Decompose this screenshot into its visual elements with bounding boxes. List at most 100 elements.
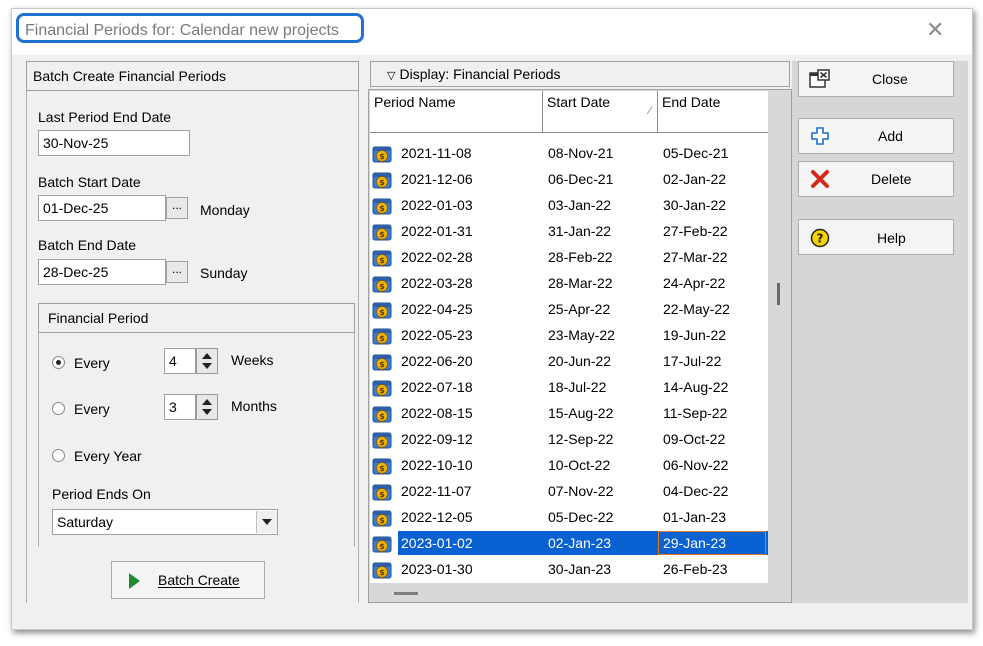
calendar-period-icon: $ [372,274,392,293]
svg-text:?: ? [817,232,824,246]
end-date-cell: 17-Jul-22 [663,353,722,369]
batch-start-date-field[interactable]: 01-Dec-25 [38,195,166,221]
start-date-cell: 03-Jan-22 [548,197,612,213]
batch-start-date-picker-button[interactable]: ... [166,197,188,219]
table-row[interactable]: $2022-07-18 18-Jul-22 14-Aug-22 [370,374,768,400]
period-name-cell: 2022-07-18 [401,379,473,395]
calendar-period-icon: $ [372,222,392,241]
table-row[interactable]: $2022-08-15 15-Aug-22 11-Sep-22 [370,400,768,426]
table-row[interactable]: $2022-05-23 23-May-22 19-Jun-22 [370,322,768,348]
table-row[interactable]: $2023-01-30 30-Jan-23 26-Feb-23 [370,556,768,582]
column-header-period-name[interactable]: Period Name [370,91,543,133]
help-icon: ? [810,228,830,248]
batch-end-date-picker-button[interactable]: ... [166,261,188,283]
end-date-cell: 29-Jan-23 [663,535,727,551]
add-button[interactable]: Add [798,118,954,154]
svg-text:$: $ [379,204,385,213]
help-button-label: Help [877,230,906,246]
weeks-stepper[interactable] [196,348,218,374]
start-date-cell: 12-Sep-22 [548,431,614,447]
chevron-down-icon: ▽ [387,70,396,82]
table-row[interactable]: $2022-03-28 28-Mar-22 24-Apr-22 [370,270,768,296]
table-row[interactable]: $2022-12-05 05-Dec-22 01-Jan-23 [370,504,768,530]
last-period-end-label: Last Period End Date [38,109,172,125]
every-year-label: Every Year [74,448,142,464]
window-close-icon[interactable]: ✕ [926,17,944,43]
table-row[interactable]: $2021-12-06 06-Dec-21 02-Jan-22 [370,166,768,192]
horizontal-scrollbar-thumb[interactable] [394,592,418,595]
calendar-period-icon: $ [372,404,392,423]
table-row[interactable]: $2022-11-07 07-Nov-22 04-Dec-22 [370,478,768,504]
start-date-cell: 30-Jan-23 [548,561,612,577]
period-ends-on-select[interactable]: Saturday [52,509,278,535]
period-name-cell: 2021-11-08 [401,145,472,161]
svg-text:$: $ [379,308,385,317]
column-header-end-date[interactable]: End Date [658,91,768,133]
every-months-radio[interactable] [52,402,65,415]
end-date-cell: 02-Jan-22 [663,171,727,187]
every-year-radio[interactable] [52,449,65,462]
months-stepper[interactable] [196,394,218,420]
period-name-cell: 2022-09-12 [401,431,473,447]
period-name-cell: 2022-11-07 [401,483,472,499]
start-date-cell: 18-Jul-22 [548,379,607,395]
delete-x-icon [811,170,829,188]
end-date-cell: 09-Oct-22 [663,431,726,447]
table-row[interactable]: $2022-01-31 31-Jan-22 27-Feb-22 [370,218,768,244]
period-ends-on-value: Saturday [57,514,114,530]
delete-button[interactable]: Delete [798,161,954,197]
last-period-end-field[interactable]: 30-Nov-25 [38,130,190,156]
start-date-cell: 31-Jan-22 [548,223,612,239]
table-row[interactable]: $2022-10-10 10-Oct-22 06-Nov-22 [370,452,768,478]
start-date-cell: 02-Jan-23 [548,535,612,551]
financial-periods-dialog: Financial Periods for: Calendar new proj… [11,8,973,630]
end-date-cell: 01-Jan-23 [663,509,727,525]
every-months-label: Every [74,401,110,417]
calendar-period-icon: $ [372,196,392,215]
period-name-cell: 2022-01-03 [401,197,473,213]
display-financial-periods-header[interactable]: ▽ Display: Financial Periods [370,61,790,87]
chevron-down-icon [262,519,272,525]
end-date-cell: 14-Aug-22 [663,379,729,395]
period-name-cell: 2022-10-10 [401,457,473,473]
title-bar: Financial Periods for: Calendar new proj… [12,9,972,55]
column-header-start-date[interactable]: Start Date ∕ [543,91,658,133]
end-date-cell: 22-May-22 [663,301,730,317]
start-date-cell: 28-Mar-22 [548,275,613,291]
start-date-cell: 25-Apr-22 [548,301,611,317]
end-date-cell: 06-Nov-22 [663,457,729,473]
period-name-cell: 2022-03-28 [401,275,473,291]
period-name-cell: 2022-01-31 [401,223,473,239]
batch-create-button[interactable]: Batch Create [111,561,265,599]
months-unit-label: Months [231,398,277,414]
calendar-period-icon: $ [372,300,392,319]
period-ends-on-label: Period Ends On [52,486,151,502]
table-row[interactable]: $2022-09-12 12-Sep-22 09-Oct-22 [370,426,768,452]
start-date-cell: 07-Nov-22 [548,483,614,499]
every-weeks-radio[interactable] [52,356,65,369]
table-row[interactable]: $2022-01-03 03-Jan-22 30-Jan-22 [370,192,768,218]
end-date-cell: 11-Sep-22 [663,405,728,421]
close-button[interactable]: Close [798,61,954,97]
table-row[interactable]: $2023-01-02 02-Jan-23 29-Jan-23 [370,530,768,556]
resize-grip-icon: ∕ [649,105,651,117]
table-row[interactable]: $2022-02-28 28-Feb-22 27-Mar-22 [370,244,768,270]
months-value-field[interactable]: 3 [164,394,196,420]
weeks-value-field[interactable]: 4 [164,348,196,374]
close-button-label: Close [872,71,908,87]
svg-text:$: $ [379,412,385,421]
table-row[interactable]: $2021-11-08 08-Nov-21 05-Dec-21 [370,140,768,166]
period-name-cell: 2023-01-30 [401,561,473,577]
start-date-cell: 06-Dec-21 [548,171,614,187]
svg-text:$: $ [379,386,385,395]
batch-end-date-field[interactable]: 28-Dec-25 [38,259,166,285]
table-row[interactable]: $2022-06-20 20-Jun-22 17-Jul-22 [370,348,768,374]
vertical-scrollbar-thumb[interactable] [777,283,780,305]
batch-start-date-label: Batch Start Date [38,174,141,190]
period-ends-on-dropdown-button[interactable] [256,511,277,533]
help-button[interactable]: ? Help [798,219,954,255]
calendar-period-icon: $ [372,144,392,163]
calendar-period-icon: $ [372,508,392,527]
table-row[interactable]: $2022-04-25 25-Apr-22 22-May-22 [370,296,768,322]
start-date-cell: 05-Dec-22 [548,509,614,525]
